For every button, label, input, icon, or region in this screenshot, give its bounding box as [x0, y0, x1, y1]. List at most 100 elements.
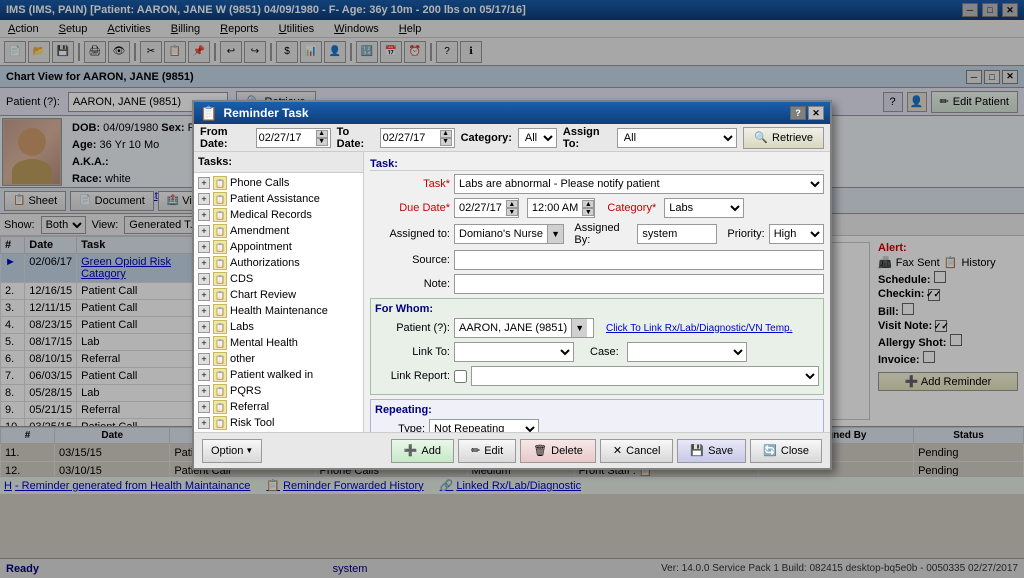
- tree-expand-assistance[interactable]: +: [198, 193, 210, 205]
- for-whom-title: For Whom:: [375, 303, 819, 315]
- assigned-to-input[interactable]: Domiano's Nurse ▼: [454, 224, 564, 244]
- tree-item-cds[interactable]: + 📋 CDS: [196, 271, 361, 287]
- tree-expand-cds[interactable]: +: [198, 273, 210, 285]
- assigned-to-btn[interactable]: ▼: [547, 225, 563, 243]
- type-label: Type:: [375, 423, 425, 432]
- tree-item-appointment[interactable]: + 📋 Appointment: [196, 239, 361, 255]
- due-time-up[interactable]: ▲: [582, 200, 594, 208]
- cancel-icon: ✕: [613, 444, 622, 457]
- dialog-body: Tasks: + 📋 Phone Calls + 📋 Patient Assis…: [194, 152, 830, 432]
- due-date-label: Due Date*: [370, 202, 450, 214]
- to-date-spinner: ▲ ▼: [440, 130, 452, 146]
- close-button[interactable]: 🔄 Close: [750, 439, 822, 463]
- tree-item-health[interactable]: + 📋 Health Maintenance: [196, 303, 361, 319]
- tree-expand-labs[interactable]: +: [198, 321, 210, 333]
- dialog-help-btn[interactable]: ?: [790, 106, 806, 120]
- tree-expand-amendment[interactable]: +: [198, 225, 210, 237]
- due-date-down[interactable]: ▼: [506, 208, 518, 216]
- tree-expand-appointment[interactable]: +: [198, 241, 210, 253]
- due-date-up[interactable]: ▲: [506, 200, 518, 208]
- option-button[interactable]: Option ▼: [202, 439, 262, 463]
- assigned-to-row: Assigned to: Domiano's Nurse ▼ Assigned …: [370, 222, 824, 246]
- note-input[interactable]: [454, 274, 824, 294]
- source-input[interactable]: [454, 250, 824, 270]
- tree-icon-medical: 📋: [213, 208, 227, 222]
- category-select[interactable]: All: [518, 128, 557, 148]
- link-report-select[interactable]: [471, 366, 819, 386]
- from-date-input[interactable]: 02/27/17 ▲ ▼: [256, 128, 331, 148]
- dialog-title-text: Reminder Task: [223, 106, 308, 120]
- from-date-spinner: ▲ ▼: [316, 130, 328, 146]
- edit-icon: ✏: [471, 444, 480, 457]
- tree-expand-mental[interactable]: +: [198, 337, 210, 349]
- save-button[interactable]: 💾 Save: [677, 439, 746, 463]
- repeating-title: Repeating:: [375, 404, 819, 416]
- from-date-down[interactable]: ▼: [316, 138, 328, 146]
- task-tree-panel: Tasks: + 📋 Phone Calls + 📋 Patient Assis…: [194, 152, 364, 432]
- patient-field-label: Patient (?):: [375, 322, 450, 334]
- task-section-title: Task:: [370, 158, 824, 171]
- tree-expand-medical[interactable]: +: [198, 209, 210, 221]
- link-report-check[interactable]: [454, 370, 467, 383]
- tree-expand-walked[interactable]: +: [198, 369, 210, 381]
- tree-expand-auth[interactable]: +: [198, 257, 210, 269]
- type-select[interactable]: Not Repeating: [429, 419, 539, 432]
- due-date-input[interactable]: 02/27/17 ▲ ▼: [454, 198, 519, 218]
- tree-item-chart[interactable]: + 📋 Chart Review: [196, 287, 361, 303]
- close-icon: 🔄: [763, 444, 777, 457]
- tree-item-phone[interactable]: + 📋 Phone Calls: [196, 175, 361, 191]
- add-button[interactable]: ➕ Add: [391, 439, 454, 463]
- to-date-down[interactable]: ▼: [440, 138, 452, 146]
- tree-expand-risk[interactable]: +: [198, 417, 210, 429]
- delete-button[interactable]: 🗑 Delete: [520, 439, 596, 463]
- dialog-retrieve-button[interactable]: 🔍 Retrieve: [743, 127, 824, 149]
- tree-icon-amendment: 📋: [213, 224, 227, 238]
- tree-item-assistance[interactable]: + 📋 Patient Assistance: [196, 191, 361, 207]
- click-link[interactable]: Click To Link Rx/Lab/Diagnostic/VN Temp.: [606, 323, 792, 334]
- tree-item-auth[interactable]: + 📋 Authorizations: [196, 255, 361, 271]
- priority-select[interactable]: High: [769, 224, 824, 244]
- tree-item-labs[interactable]: + 📋 Labs: [196, 319, 361, 335]
- assign-to-select[interactable]: All: [617, 128, 738, 148]
- tree-expand-pqrs[interactable]: +: [198, 385, 210, 397]
- dialog-close-btn[interactable]: ✕: [808, 106, 824, 120]
- dialog-retrieve-icon: 🔍: [754, 131, 768, 144]
- due-time-down[interactable]: ▼: [582, 208, 594, 216]
- tree-item-other[interactable]: + 📋 other: [196, 351, 361, 367]
- tree-icon-referral: 📋: [213, 400, 227, 414]
- from-date-field: 02/27/17 ▲ ▼: [256, 128, 331, 148]
- tree-item-mental[interactable]: + 📋 Mental Health: [196, 335, 361, 351]
- tree-expand-health[interactable]: +: [198, 305, 210, 317]
- tree-item-amendment[interactable]: + 📋 Amendment: [196, 223, 361, 239]
- to-date-input[interactable]: 02/27/17 ▲ ▼: [380, 128, 455, 148]
- tree-item-pqrs[interactable]: + 📋 PQRS: [196, 383, 361, 399]
- task-name-select[interactable]: Labs are abnormal - Please notify patien…: [454, 174, 824, 194]
- to-date-up[interactable]: ▲: [440, 130, 452, 138]
- tree-item-walked[interactable]: + 📋 Patient walked in: [196, 367, 361, 383]
- tree-expand-referral[interactable]: +: [198, 401, 210, 413]
- patient-field-input[interactable]: AARON, JANE (9851) ▼: [454, 318, 594, 338]
- link-to-select[interactable]: [454, 342, 574, 362]
- category-field-select[interactable]: Labs: [664, 198, 744, 218]
- case-select[interactable]: [627, 342, 747, 362]
- due-date-spinner: ▲ ▼: [506, 200, 518, 216]
- cancel-button[interactable]: ✕ Cancel: [600, 439, 673, 463]
- add-icon: ➕: [404, 444, 418, 457]
- tree-item-medical[interactable]: + 📋 Medical Records: [196, 207, 361, 223]
- tree-icon-auth: 📋: [213, 256, 227, 270]
- edit-button[interactable]: ✏ Edit: [458, 439, 516, 463]
- tree-item-risk[interactable]: + 📋 Risk Tool: [196, 415, 361, 431]
- from-date-up[interactable]: ▲: [316, 130, 328, 138]
- task-tree: + 📋 Phone Calls + 📋 Patient Assistance +…: [194, 173, 363, 432]
- assigned-by-input[interactable]: [637, 224, 717, 244]
- from-label: From Date:: [200, 126, 250, 150]
- delete-icon: 🗑: [533, 444, 547, 457]
- patient-btn[interactable]: ▼: [571, 319, 587, 337]
- tree-item-referral[interactable]: + 📋 Referral: [196, 399, 361, 415]
- tree-expand-phone[interactable]: +: [198, 177, 210, 189]
- tree-expand-other[interactable]: +: [198, 353, 210, 365]
- tree-icon-cds: 📋: [213, 272, 227, 286]
- repeating-section: Repeating: Type: Not Repeating Start Dat…: [370, 399, 824, 432]
- tree-expand-chart[interactable]: +: [198, 289, 210, 301]
- due-time-input[interactable]: 12:00 AM ▲ ▼: [527, 198, 595, 218]
